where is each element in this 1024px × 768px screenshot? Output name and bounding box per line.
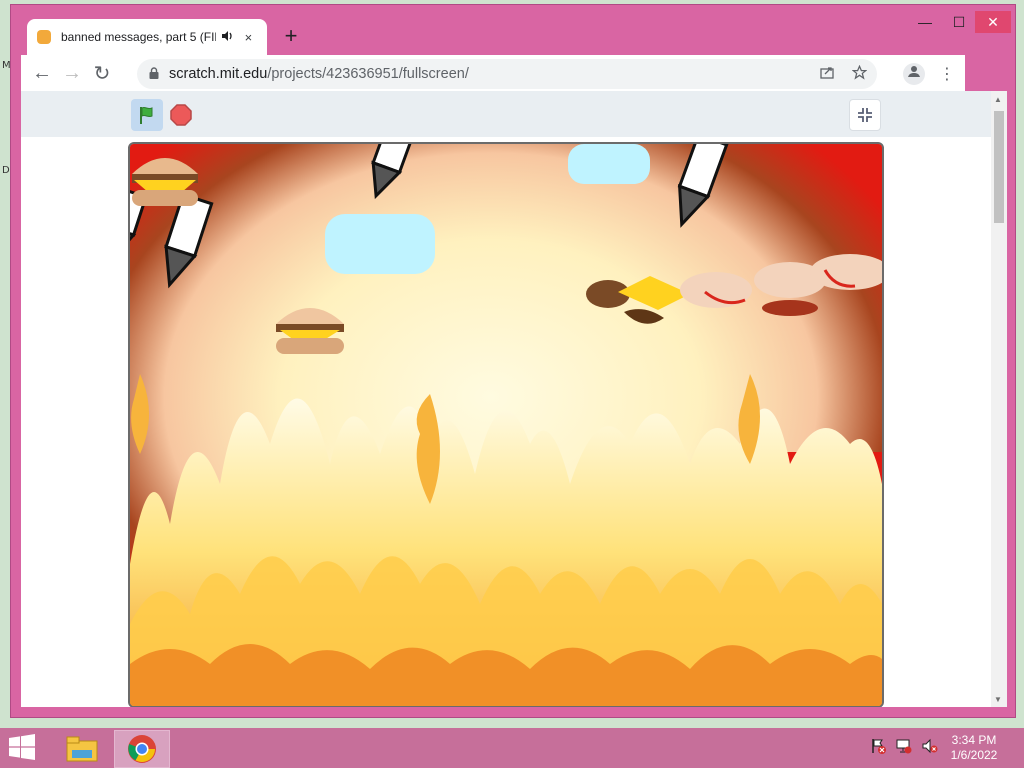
page-scrollbar[interactable]: ▲ ▼ — [991, 91, 1007, 707]
scroll-down-icon[interactable]: ▼ — [994, 695, 1002, 704]
network-icon[interactable] — [896, 738, 912, 757]
clock-time: 3:34 PM — [951, 733, 997, 747]
chrome-icon[interactable] — [114, 730, 170, 768]
scroll-up-icon[interactable]: ▲ — [994, 95, 1002, 104]
url-path: /projects/423636951/fullscreen/ — [267, 66, 469, 82]
stage-scene — [130, 144, 882, 706]
project-stage[interactable] — [128, 142, 884, 707]
taskbar-clock[interactable]: 3:34 PM 1/6/2022 — [944, 733, 1004, 763]
new-tab-button[interactable]: + — [279, 23, 303, 49]
close-window-button[interactable]: ✕ — [975, 11, 1011, 33]
url-host: scratch.mit.edu — [169, 66, 268, 82]
volume-muted-icon[interactable] — [922, 738, 938, 757]
minimize-button[interactable]: — — [907, 11, 943, 33]
flag-alert-icon[interactable] — [870, 738, 886, 757]
desktop-icon-label-2: D — [2, 165, 10, 176]
scratch-favicon-icon — [37, 30, 51, 44]
speaker-icon[interactable] — [220, 30, 235, 44]
taskbar: 3:34 PM 1/6/2022 — [0, 728, 1024, 768]
scratch-controls-bar — [21, 91, 991, 137]
profile-avatar-icon[interactable] — [903, 63, 925, 85]
lock-icon[interactable] — [149, 66, 159, 82]
reload-button[interactable]: ↻ — [87, 61, 117, 86]
unfullscreen-icon[interactable] — [849, 99, 881, 131]
tab-active[interactable]: banned messages, part 5 (FINAL) × — [27, 19, 267, 55]
clock-date: 1/6/2022 — [950, 748, 998, 762]
address-bar[interactable]: scratch.mit.edu/projects/423636951/fulls… — [137, 59, 877, 89]
stop-icon[interactable] — [169, 103, 193, 127]
scroll-thumb[interactable] — [994, 111, 1004, 223]
menu-icon[interactable]: ⋮ — [939, 64, 955, 84]
windows-start-icon[interactable] — [8, 734, 38, 762]
system-tray — [870, 738, 938, 757]
flame-wall — [130, 374, 882, 706]
maximize-button[interactable]: ☐ — [941, 11, 977, 33]
forward-button[interactable]: → — [57, 62, 87, 85]
tab-title: banned messages, part 5 (FINAL) — [61, 30, 216, 44]
share-icon[interactable] — [820, 65, 834, 84]
tab-strip: banned messages, part 5 (FINAL) × + — ☐ … — [11, 5, 1015, 55]
tab-close-button[interactable]: × — [240, 30, 257, 45]
file-explorer-icon[interactable] — [54, 730, 110, 768]
browser-toolbar: ← → ↻ scratch.mit.edu/projects/423636951… — [21, 55, 965, 91]
page-content: ▲ ▼ — [21, 91, 1007, 707]
browser-window: banned messages, part 5 (FINAL) × + — ☐ … — [10, 4, 1016, 718]
star-icon[interactable] — [851, 64, 868, 84]
back-button[interactable]: ← — [27, 62, 57, 85]
green-flag-icon[interactable] — [131, 99, 163, 131]
